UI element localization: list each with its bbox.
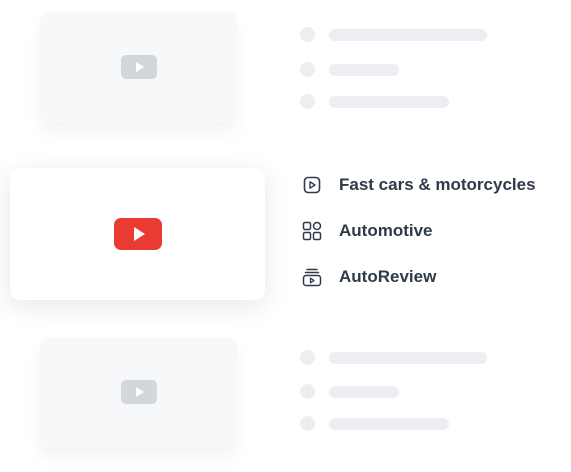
- video-card-selected[interactable]: [10, 168, 265, 300]
- video-channel-row: AutoReview: [301, 254, 536, 300]
- skeleton-row: [300, 27, 487, 42]
- category-grid-icon: [301, 220, 323, 242]
- video-card-placeholder[interactable]: [40, 337, 237, 447]
- youtube-play-icon: [113, 218, 162, 250]
- video-channel: AutoReview: [339, 267, 437, 286]
- video-title-row: Fast cars & motorcycles: [301, 162, 536, 208]
- video-category-row: Automotive: [301, 208, 536, 254]
- channel-icon: [301, 266, 323, 288]
- skeleton-row: [300, 416, 449, 431]
- skeleton-row: [300, 384, 399, 399]
- skeleton-row: [300, 94, 449, 109]
- video-category: Automotive: [339, 221, 433, 240]
- video-play-icon: [301, 174, 323, 196]
- play-icon: [120, 55, 157, 79]
- skeleton-row: [300, 350, 487, 365]
- video-details: Fast cars & motorcycles Automotive AutoR…: [301, 162, 536, 300]
- play-icon: [120, 380, 157, 404]
- video-card-placeholder[interactable]: [40, 12, 237, 122]
- skeleton-row: [300, 62, 399, 77]
- video-title: Fast cars & motorcycles: [339, 175, 536, 194]
